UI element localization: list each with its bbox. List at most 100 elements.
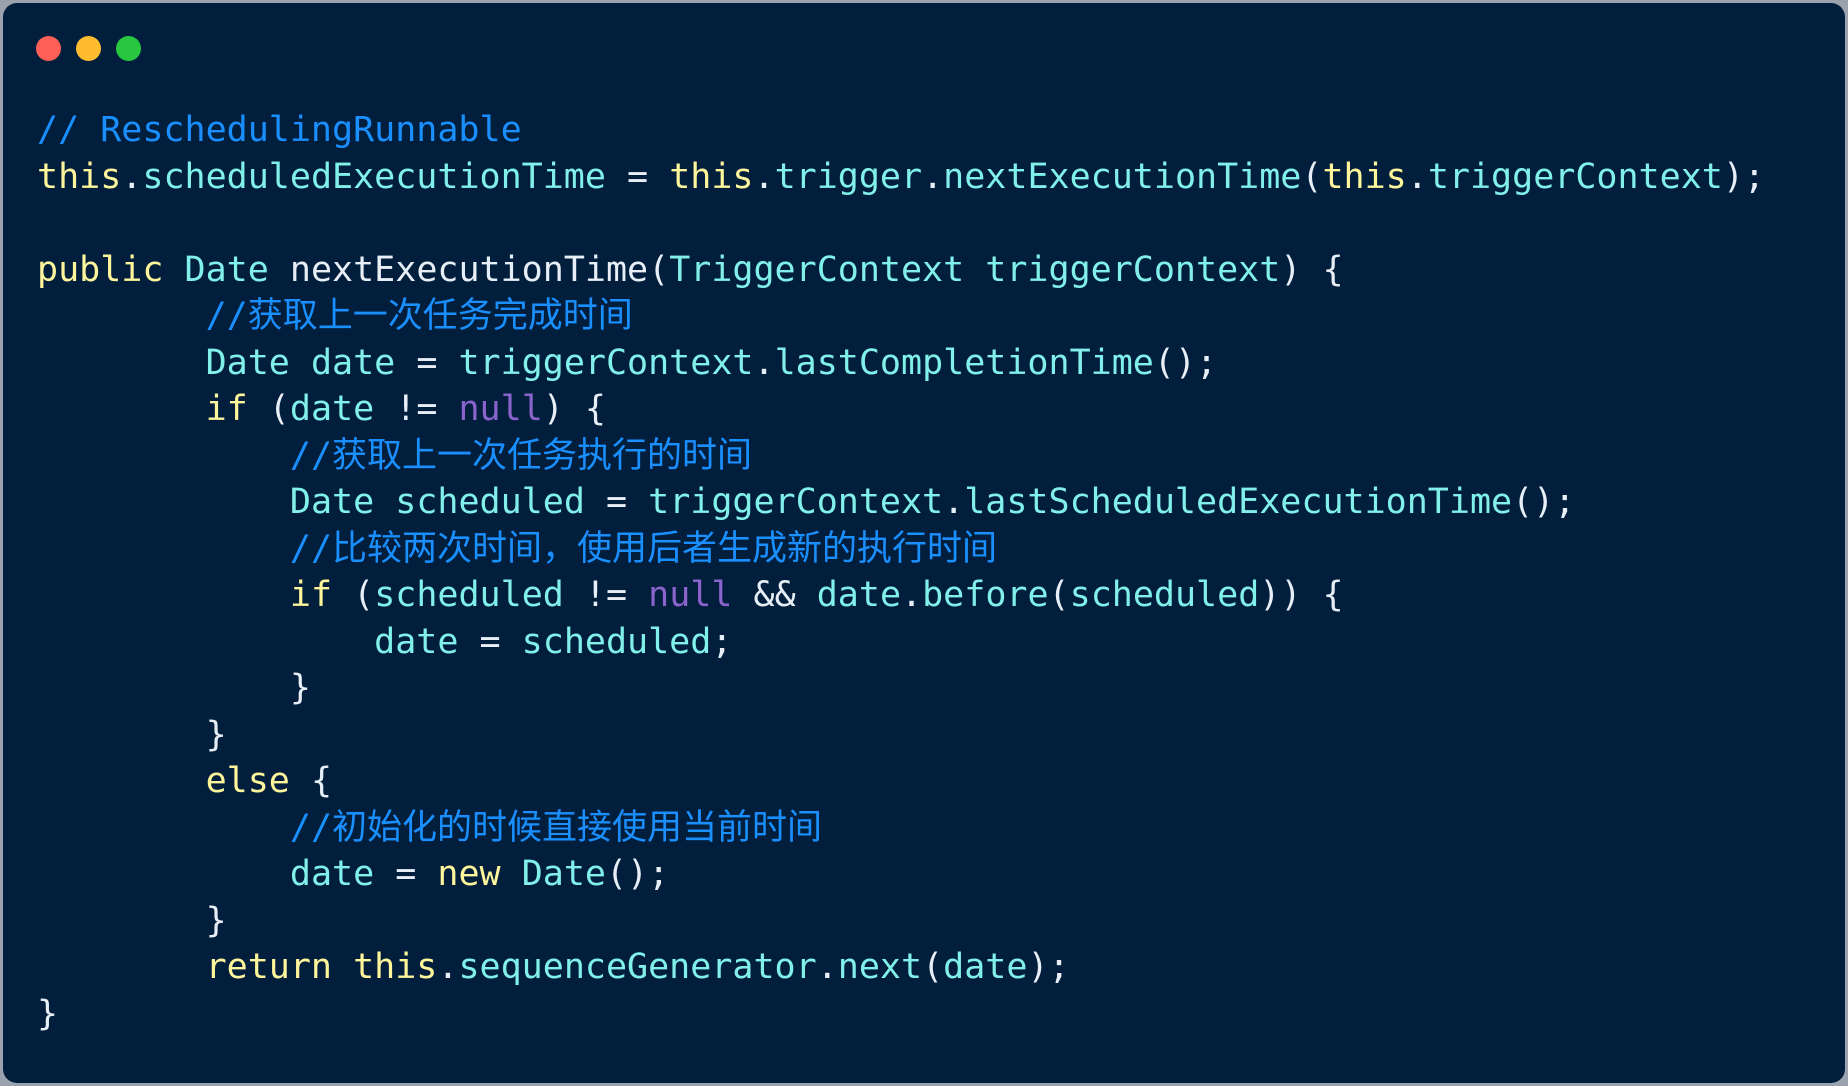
code-line: }: [37, 665, 1765, 712]
code-line: //获取上一次任务执行的时间: [37, 433, 1765, 480]
code-token: scheduled: [395, 482, 585, 522]
code-line: date = scheduled;: [37, 619, 1765, 666]
code-token: Date: [521, 854, 606, 894]
code-token: (: [922, 947, 944, 987]
code-token: return: [205, 947, 333, 987]
code-token: this: [37, 156, 122, 197]
code-token: new: [437, 854, 501, 894]
code-token: TriggerContext: [669, 249, 965, 290]
code-token: null: [648, 575, 733, 615]
code-token: .: [121, 156, 143, 197]
code-token: !=: [374, 389, 459, 429]
code-token: =: [605, 156, 670, 197]
code-token: else: [205, 761, 290, 801]
code-token: );: [1722, 156, 1766, 197]
code-token: triggerContext: [648, 482, 944, 522]
code-token: ();: [1153, 342, 1218, 383]
code-token: scheduled: [374, 575, 564, 615]
code-token: .: [437, 947, 459, 987]
code-token: triggerContext: [1427, 156, 1723, 197]
code-token: (: [247, 389, 290, 429]
code-token: date: [943, 947, 1028, 987]
code-line: Date date = triggerContext.lastCompletio…: [37, 340, 1765, 387]
code-comment: // ReschedulingRunnable: [37, 110, 522, 150]
code-line: //比较两次时间，使用后者生成新的执行时间: [37, 526, 1765, 573]
code-token: ();: [605, 854, 670, 894]
code-token: !=: [563, 575, 649, 615]
code-token: nextExecutionTime: [943, 156, 1302, 197]
code-token: =: [395, 342, 459, 383]
code-token: sequenceGenerator: [458, 947, 817, 987]
minimize-window-button[interactable]: [76, 36, 101, 61]
code-token: =: [584, 482, 649, 522]
code-token: }: [37, 993, 59, 1034]
code-token: .: [1406, 156, 1428, 197]
code-token: next: [837, 947, 923, 987]
code-line: return this.sequenceGenerator.next(date)…: [37, 944, 1765, 991]
code-token: scheduledExecutionTime: [142, 156, 606, 197]
code-token: (: [1301, 156, 1323, 197]
code-token: public: [37, 249, 164, 290]
code-token: scheduled: [1069, 575, 1260, 615]
code-token: ) {: [542, 389, 606, 429]
code-token: date: [289, 854, 375, 894]
code-line: else {: [37, 758, 1765, 805]
code-token: .: [901, 575, 923, 615]
code-token: );: [1027, 947, 1070, 987]
close-window-button[interactable]: [36, 36, 61, 61]
window-controls: [36, 36, 141, 61]
code-token: =: [374, 854, 438, 894]
code-line: this.scheduledExecutionTime = this.trigg…: [37, 154, 1765, 201]
zoom-window-button[interactable]: [116, 36, 141, 61]
code-token: triggerContext: [985, 249, 1281, 290]
code-token: this: [353, 947, 438, 987]
code-token: ;: [711, 621, 733, 662]
code-token: date: [310, 342, 396, 383]
code-token: {: [289, 761, 333, 801]
code-line: public Date nextExecutionTime(TriggerCon…: [37, 247, 1765, 294]
code-token: date: [816, 575, 902, 615]
code-token: lastCompletionTime: [774, 342, 1154, 383]
code-token: scheduled: [521, 621, 712, 662]
code-line: }: [37, 712, 1765, 759]
code-token: )) {: [1259, 575, 1344, 615]
code-token: Date: [289, 482, 375, 522]
code-token: (: [332, 575, 375, 615]
code-token: before: [922, 575, 1049, 615]
code-line: if (date != null) {: [37, 386, 1765, 433]
code-token: ) {: [1280, 249, 1344, 290]
code-token: this: [669, 156, 754, 197]
code-token: =: [458, 621, 522, 662]
code-token: }: [37, 714, 227, 755]
code-token: trigger: [774, 156, 923, 197]
code-token: date: [289, 389, 375, 429]
code-comment: //获取上一次任务执行的时间: [289, 435, 753, 476]
code-token: if: [205, 389, 248, 429]
code-comment: //获取上一次任务完成时间: [205, 296, 633, 336]
code-token: .: [753, 342, 775, 383]
code-token: .: [816, 947, 838, 987]
code-line: }: [37, 898, 1765, 945]
code-token: date: [374, 621, 459, 662]
code-token: }: [37, 668, 311, 708]
code-token: .: [943, 482, 965, 522]
code-token: nextExecutionTime(: [268, 249, 670, 290]
